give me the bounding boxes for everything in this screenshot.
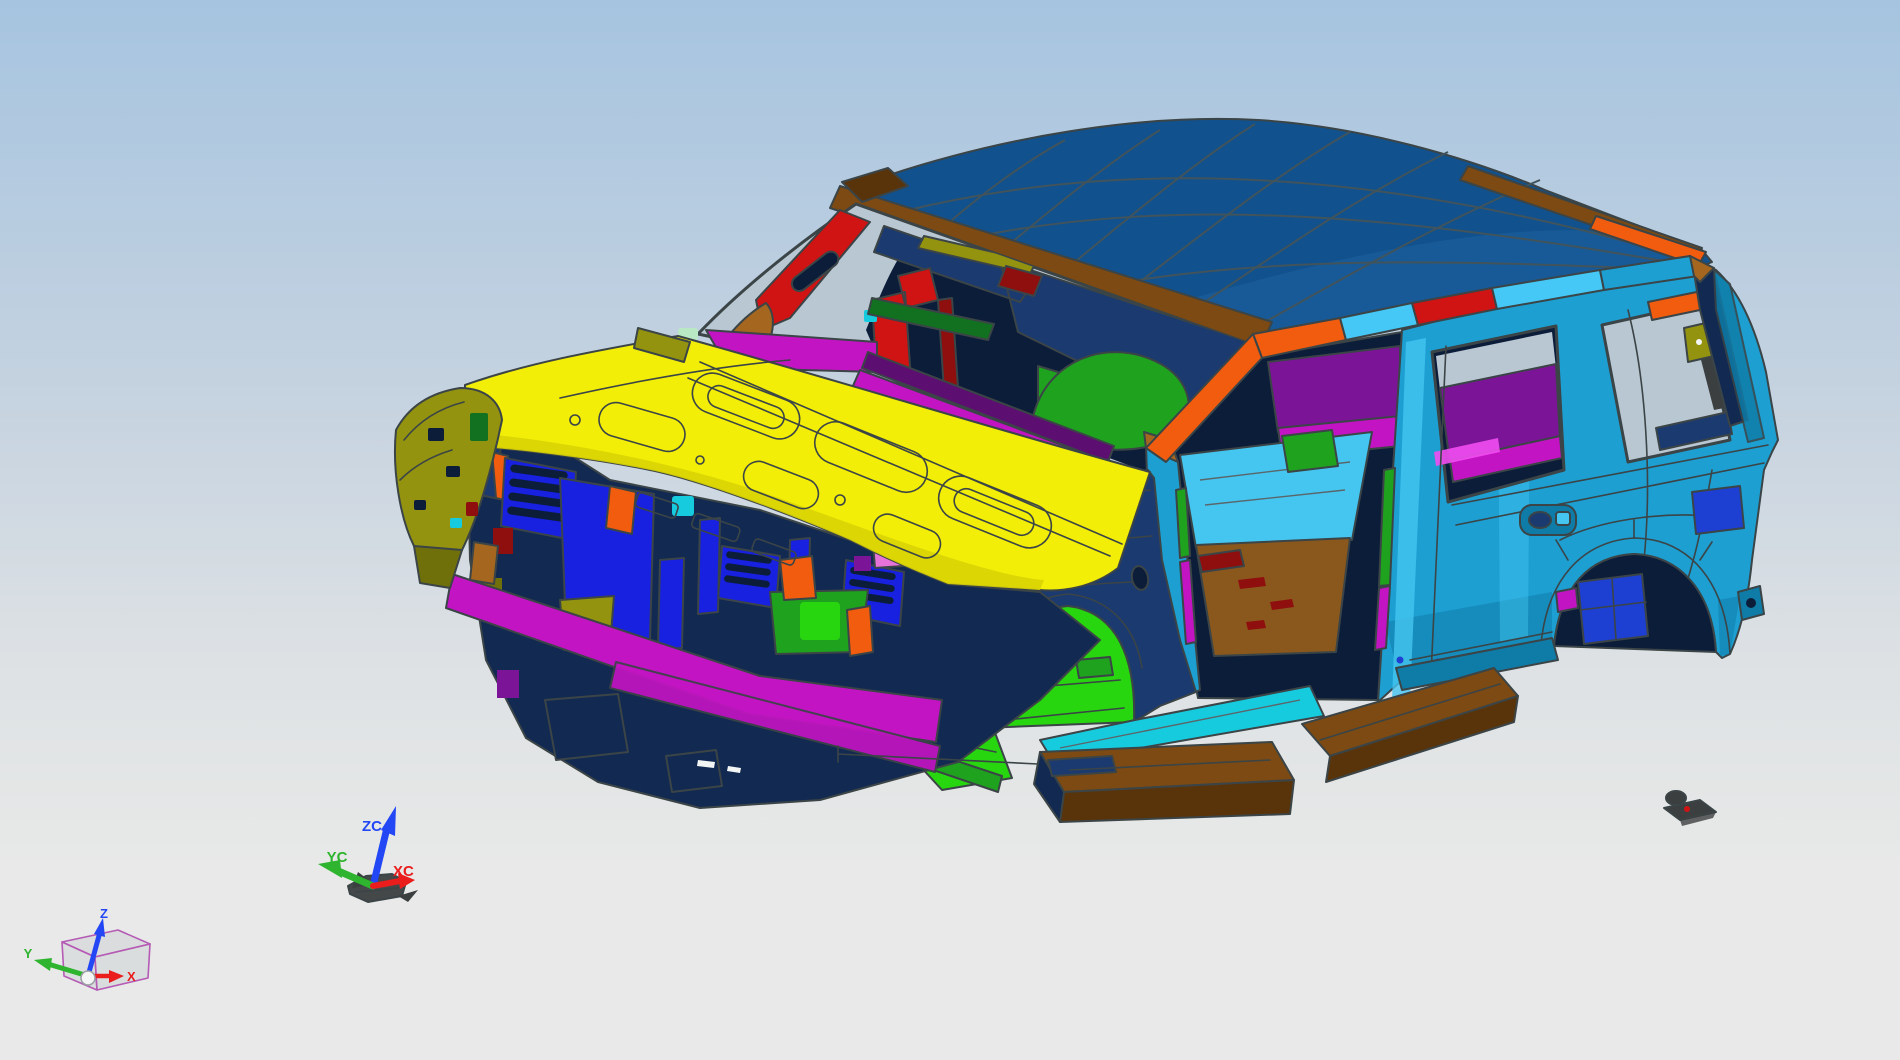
csys-origin-sphere[interactable] bbox=[80, 970, 96, 986]
small-part-red-dot bbox=[1684, 806, 1690, 812]
wcs-x-label: XC bbox=[393, 863, 414, 880]
arch-magenta-sliver bbox=[1555, 587, 1579, 613]
front-purple-spot bbox=[854, 556, 871, 571]
floating-parts[interactable] bbox=[1663, 790, 1717, 826]
bumper-purple-bit bbox=[497, 670, 519, 698]
seat-green-small bbox=[1281, 429, 1339, 473]
cad-3d-viewport[interactable]: ZC YC XC Z Y X bbox=[0, 0, 1900, 1060]
csys-x-label: X bbox=[127, 969, 136, 984]
wcs-y-label: YC bbox=[327, 849, 348, 866]
datum-csys[interactable]: Z Y X bbox=[24, 906, 151, 991]
rear-quarter-royal-patch[interactable] bbox=[1691, 485, 1745, 535]
rear-door-window[interactable] bbox=[1430, 324, 1566, 504]
bumper-navy-block bbox=[544, 693, 629, 761]
csys-y-label: Y bbox=[24, 946, 33, 961]
bumper-small-slab[interactable] bbox=[665, 749, 723, 793]
csys-z-label: Z bbox=[100, 906, 108, 921]
engine-bay-green-bright bbox=[800, 602, 840, 640]
wcs-z-label: ZC bbox=[362, 818, 382, 835]
front-teal-speck bbox=[672, 496, 694, 516]
model-canvas[interactable]: ZC YC XC Z Y X bbox=[0, 0, 1900, 1060]
wcs-y-axis[interactable]: YC bbox=[318, 849, 377, 890]
door-handle-recess[interactable] bbox=[1519, 504, 1577, 536]
csys-cube[interactable] bbox=[61, 929, 151, 991]
running-board-navy-strip bbox=[1047, 755, 1117, 777]
wcs-triad[interactable]: ZC YC XC bbox=[318, 806, 418, 903]
front-brown-box bbox=[469, 541, 499, 585]
car-body-model[interactable] bbox=[393, 117, 1779, 823]
